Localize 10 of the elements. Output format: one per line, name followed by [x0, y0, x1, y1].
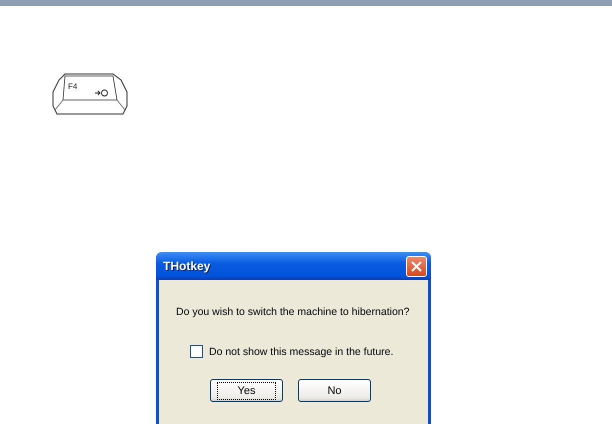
message-text: Do you wish to switch the machine to hibernation? — [175, 305, 410, 318]
hibernate-icon — [95, 89, 108, 97]
key-label: F4 — [68, 82, 78, 91]
dialog-button[interactable]: Yes — [210, 379, 283, 402]
dialog-button[interactable]: No — [298, 379, 371, 402]
window-title: THotkey — [163, 259, 210, 273]
close-icon — [411, 260, 422, 272]
close-button[interactable] — [406, 256, 427, 276]
checkbox-label: Do not show this message in the future. — [209, 346, 394, 358]
checkbox[interactable] — [190, 345, 203, 358]
